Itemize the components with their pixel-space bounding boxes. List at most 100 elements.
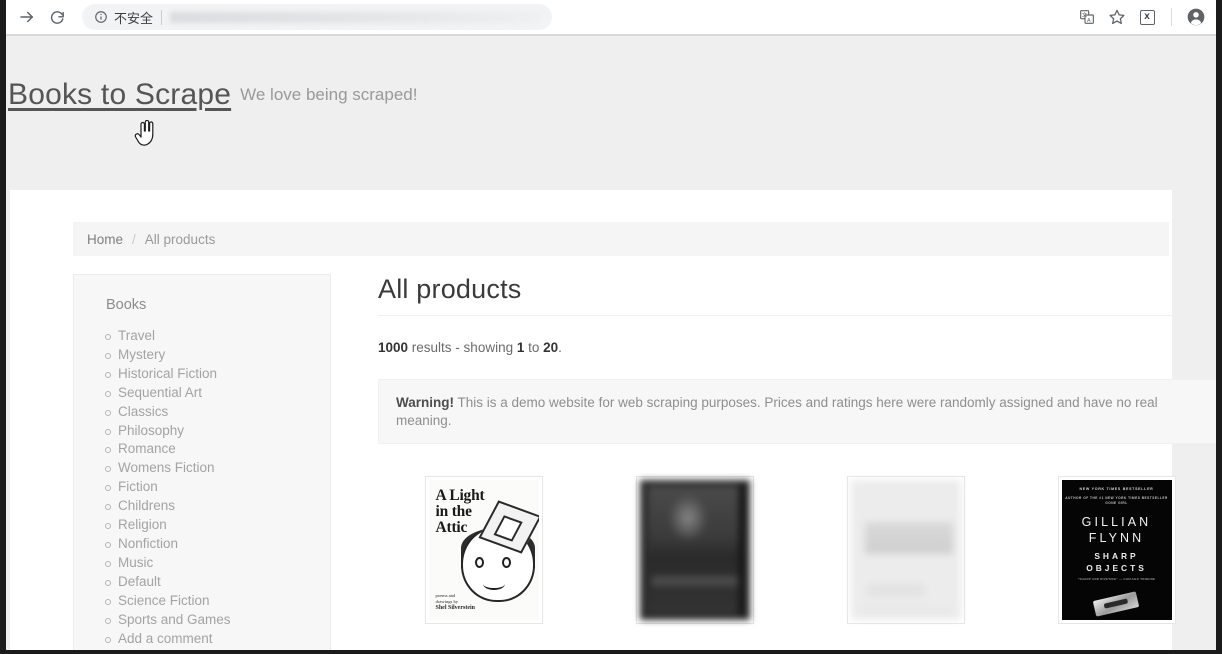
- page-title: All products: [378, 274, 1216, 316]
- translate-icon[interactable]: 文 A: [1073, 3, 1101, 31]
- sidebar-item-label: Travel: [118, 328, 156, 343]
- profile-avatar-icon[interactable]: [1182, 3, 1210, 31]
- warning-label: Warning!: [396, 395, 454, 410]
- product-cover[interactable]: [635, 476, 754, 625]
- breadcrumb-home-link[interactable]: Home: [87, 232, 123, 247]
- sidebar-item-label: Default: [118, 573, 161, 589]
- product-card[interactable]: A Light in the Attic poems and drawings …: [378, 476, 589, 650]
- sidebar-item-label: Sports and Games: [118, 611, 231, 627]
- cover-title-line-2: in the: [435, 503, 472, 521]
- product-card[interactable]: ★★★★★: [589, 476, 800, 650]
- sidebar-item-label: Sequential Art: [118, 384, 203, 400]
- reload-icon[interactable]: [42, 2, 72, 32]
- cover-art-razor-blade: [1092, 591, 1139, 617]
- sidebar-item-label: Childrens: [118, 498, 176, 514]
- category-list: Travel Mystery Historical Fiction Sequen…: [74, 327, 330, 650]
- toolbar-actions: 文 A x: [1073, 3, 1210, 31]
- sidebar-item-childrens[interactable]: Childrens: [105, 497, 330, 516]
- sidebar-item-science-fiction[interactable]: Science Fiction: [105, 592, 330, 611]
- cover-art-glow: [667, 494, 708, 543]
- cover-author-text: GILLIAN FLYNN: [1081, 515, 1152, 546]
- sidebar: Books Travel Mystery Historical Fiction …: [73, 274, 331, 650]
- book-cover-a-light-in-the-attic-icon: A Light in the Attic poems and drawings …: [428, 480, 539, 621]
- book-cover-blurred-light-icon: [850, 480, 961, 621]
- cover-art-edge: [738, 484, 744, 617]
- cover-art-eye-right: [501, 557, 511, 569]
- cover-credit-line-3: Shel Silverstein: [435, 605, 476, 612]
- sidebar-heading: Books: [106, 297, 147, 313]
- sidebar-item-label: Fantasy: [118, 649, 166, 650]
- content-row: Books Travel Mystery Historical Fiction …: [73, 274, 1216, 650]
- site-header: Books to Scrape We love being scraped!: [6, 36, 1216, 154]
- product-cover[interactable]: [846, 476, 965, 625]
- product-card[interactable]: ★★★★★: [800, 476, 1011, 650]
- product-cover[interactable]: A Light in the Attic poems and drawings …: [424, 476, 543, 625]
- security-status-label: 不安全: [114, 11, 154, 27]
- results-to-text: to: [524, 340, 544, 355]
- product-cover[interactable]: NEW YORK TIMES BESTSELLER AUTHOR OF THE …: [1057, 476, 1176, 625]
- cover-title-text: SHARP OBJECTS: [1086, 551, 1147, 574]
- address-bar[interactable]: 不安全: [82, 4, 552, 30]
- omnibox-divider: [161, 9, 163, 25]
- product-grid: A Light in the Attic poems and drawings …: [378, 476, 1216, 650]
- book-cover-sharp-objects-icon: NEW YORK TIMES BESTSELLER AUTHOR OF THE …: [1061, 480, 1172, 621]
- page-container: Home / All products Books Travel Mystery…: [10, 190, 1216, 650]
- sidebar-item-nonfiction[interactable]: Nonfiction: [105, 535, 330, 554]
- cover-credit-text: poems and drawings by Shel Silverstein: [436, 593, 476, 611]
- results-to: 20: [543, 340, 559, 355]
- sidebar-item-label: Mystery: [118, 346, 166, 362]
- results-end-text: .: [558, 340, 562, 355]
- results-count: 1000 results - showing 1 to 20.: [378, 340, 1216, 355]
- sidebar-item-womens-fiction[interactable]: Womens Fiction: [105, 459, 330, 478]
- sidebar-item-sports-and-games[interactable]: Sports and Games: [105, 611, 330, 630]
- main-content: All products 1000 results - showing 1 to…: [331, 274, 1216, 650]
- sidebar-item-music[interactable]: Music: [105, 554, 330, 573]
- breadcrumb-current: All products: [144, 231, 216, 247]
- sidebar-item-romance[interactable]: Romance: [105, 440, 330, 459]
- results-total: 1000: [378, 340, 409, 355]
- sidebar-item-travel[interactable]: Travel: [105, 327, 330, 346]
- site-brand-link[interactable]: Books to Scrape: [8, 78, 231, 112]
- cover-art-block: [864, 522, 953, 555]
- sidebar-item-mystery[interactable]: Mystery: [105, 346, 330, 365]
- sidebar-item-label: Historical Fiction: [118, 365, 218, 381]
- sidebar-item-label: Music: [118, 554, 154, 570]
- results-mid-text: results - showing: [408, 340, 517, 355]
- sidebar-item-label: Nonfiction: [118, 535, 179, 551]
- info-circle-icon[interactable]: [94, 10, 108, 24]
- screenshot-root: 不安全 文 A x Books to Scrape We love being …: [0, 0, 1222, 654]
- book-cover-blurred-dark-icon: [639, 480, 750, 621]
- breadcrumb: Home / All products: [73, 222, 1169, 256]
- browser-toolbar: 不安全 文 A x: [6, 0, 1216, 34]
- sidebar-item-default[interactable]: Default: [105, 573, 330, 592]
- sidebar-item-classics[interactable]: Classics: [105, 403, 330, 422]
- sidebar-item-philosophy[interactable]: Philosophy: [105, 422, 330, 441]
- forward-arrow-icon[interactable]: [12, 2, 42, 32]
- site-tagline: We love being scraped!: [240, 85, 418, 104]
- cover-subtext: AUTHOR OF THE #1 NEW YORK TIMES BESTSELL…: [1065, 496, 1168, 505]
- cover-title-line-3: Attic: [435, 519, 468, 537]
- product-card[interactable]: NEW YORK TIMES BESTSELLER AUTHOR OF THE …: [1011, 476, 1216, 650]
- cover-bestseller-text: NEW YORK TIMES BESTSELLER: [1079, 487, 1154, 492]
- toolbar-divider: [1171, 8, 1172, 26]
- sidebar-item-label: Classics: [118, 403, 169, 419]
- web-page: Books to Scrape We love being scraped! H…: [6, 36, 1216, 650]
- cover-art-bar: [651, 576, 738, 587]
- sidebar-item-sequential-art[interactable]: Sequential Art: [105, 384, 330, 403]
- sidebar-item-label: Philosophy: [118, 422, 185, 438]
- sidebar-item-label: Science Fiction: [118, 592, 210, 608]
- sidebar-item-religion[interactable]: Religion: [105, 516, 330, 535]
- star-icon[interactable]: [1103, 3, 1131, 31]
- sidebar-item-fantasy[interactable]: Fantasy: [118, 648, 330, 650]
- sidebar-item-historical-fiction[interactable]: Historical Fiction: [105, 365, 330, 384]
- cover-art-smile: [482, 578, 505, 591]
- url-input[interactable]: [170, 11, 540, 23]
- breadcrumb-separator: /: [132, 231, 136, 247]
- extension-label: x: [1139, 9, 1155, 25]
- sidebar-item-fiction[interactable]: Fiction: [105, 478, 330, 497]
- extension-icon[interactable]: x: [1133, 3, 1161, 31]
- sidebar-item-label: Womens Fiction: [118, 460, 215, 476]
- cover-title-line-1: A Light: [435, 487, 485, 505]
- sidebar-item-add-a-comment[interactable]: Add a comment: [105, 630, 330, 649]
- cover-art-eye-left: [474, 557, 484, 569]
